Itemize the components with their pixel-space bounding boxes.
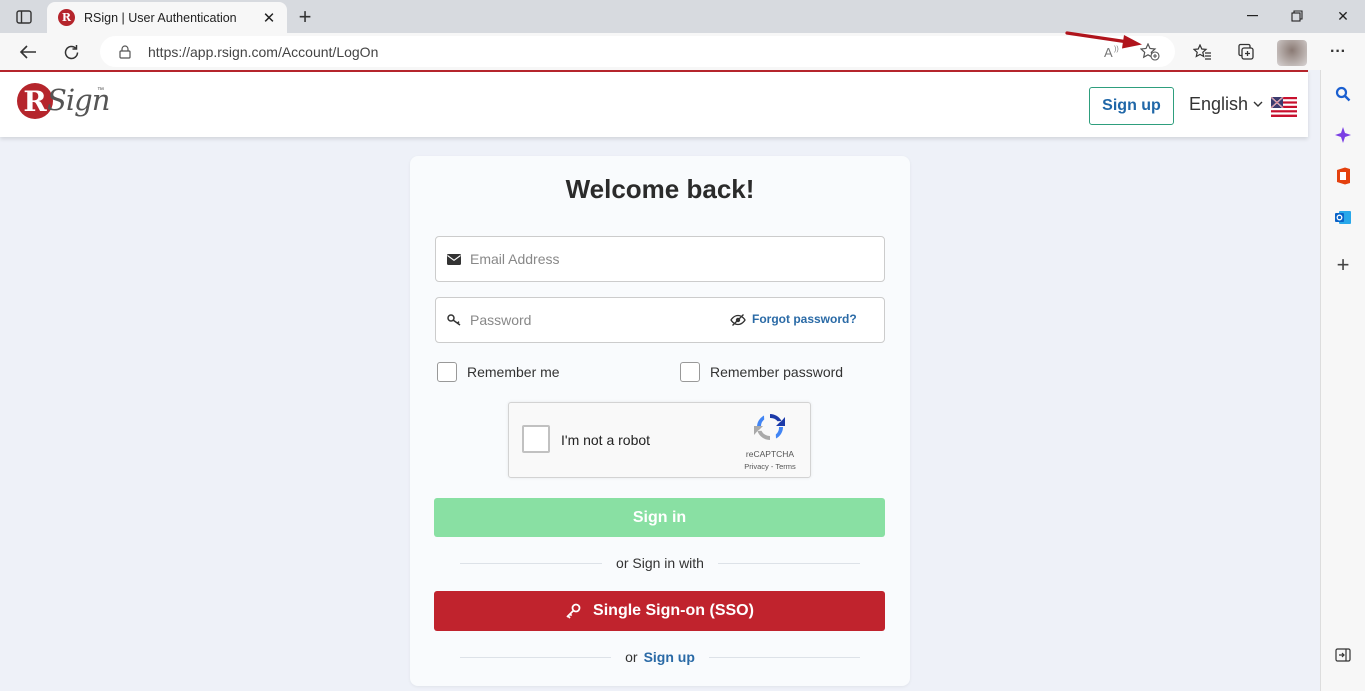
browser-tab-bar: R RSign | User Authentication ✕ + ✕ — [0, 0, 1365, 33]
password-input[interactable] — [470, 312, 720, 328]
tab-actions-icon[interactable] — [10, 6, 38, 28]
back-arrow-icon[interactable] — [14, 38, 42, 66]
annotation-arrow-icon — [1065, 31, 1142, 49]
language-label: English — [1189, 94, 1249, 114]
recaptcha-checkbox[interactable] — [522, 425, 550, 453]
envelope-icon — [438, 253, 470, 265]
recaptcha-logo-icon — [754, 414, 785, 441]
restore-icon[interactable] — [1275, 4, 1319, 28]
remember-me-option[interactable]: Remember me — [437, 362, 560, 382]
sso-button[interactable]: Single Sign-on (SSO) — [434, 591, 885, 631]
us-flag-icon[interactable] — [1271, 97, 1297, 117]
search-icon[interactable] — [1332, 83, 1354, 105]
page-content: R Sign ™ Sign up English Welcome back! E… — [0, 70, 1320, 691]
key-icon — [565, 603, 581, 619]
language-selector[interactable]: English — [1189, 94, 1263, 115]
email-input[interactable] — [470, 251, 720, 267]
remember-password-label: Remember password — [710, 364, 844, 380]
rsign-favicon-icon: R — [58, 9, 75, 26]
url-text[interactable]: https://app.rsign.com/Account/LogOn — [148, 44, 378, 60]
forgot-password-link[interactable]: Forgot password? — [752, 312, 857, 326]
minimize-icon[interactable] — [1230, 4, 1274, 28]
url-field[interactable]: https://app.rsign.com/Account/LogOn A)) — [100, 36, 1175, 67]
signup-link[interactable]: Sign up — [644, 649, 695, 665]
password-field[interactable]: Forgot password? — [435, 297, 885, 343]
browser-tab[interactable]: R RSign | User Authentication ✕ — [47, 2, 287, 33]
signin-button[interactable]: Sign in — [434, 498, 885, 537]
chevron-down-icon — [1253, 99, 1263, 111]
remember-password-option[interactable]: Remember password — [680, 362, 843, 382]
login-card: Welcome back! Forgot password? Remember … — [410, 156, 910, 686]
browser-sidebar: + — [1320, 70, 1365, 691]
browser-address-bar: https://app.rsign.com/Account/LogOn A)) … — [0, 33, 1365, 70]
remember-me-label: Remember me — [467, 364, 560, 380]
divider-line — [460, 562, 603, 564]
tab-close-icon[interactable]: ✕ — [257, 6, 281, 30]
profile-avatar[interactable] — [1277, 40, 1307, 66]
copilot-sparkle-icon[interactable] — [1332, 124, 1354, 146]
recaptcha-widget: I'm not a robot reCAPTCHA Privacy - Term… — [508, 402, 811, 478]
logo-trademark: ™ — [97, 87, 104, 94]
new-tab-icon[interactable]: + — [292, 4, 318, 29]
recaptcha-brand: reCAPTCHA — [745, 449, 795, 459]
recaptcha-label: I'm not a robot — [561, 432, 651, 448]
sso-label: Single Sign-on (SSO) — [593, 602, 754, 619]
signup-prompt: or Sign up — [611, 649, 709, 665]
page-title: Welcome back! — [565, 174, 755, 204]
or-text: or — [625, 649, 638, 665]
or-signin-with-text: or Sign in with — [616, 555, 704, 571]
signin-with-divider: or Sign in with — [460, 553, 860, 573]
divider-line — [708, 656, 860, 658]
favorites-icon[interactable] — [1188, 38, 1216, 66]
rsign-logo[interactable]: R Sign ™ — [17, 81, 110, 131]
divider-line — [717, 562, 860, 564]
refresh-icon[interactable] — [57, 38, 85, 66]
email-field[interactable] — [435, 236, 885, 282]
add-icon[interactable]: + — [1332, 252, 1354, 277]
lock-icon[interactable] — [118, 44, 132, 59]
site-header: R Sign ™ Sign up English — [0, 70, 1308, 137]
hide-sidebar-icon[interactable] — [1332, 644, 1354, 666]
recaptcha-privacy-terms[interactable]: Privacy - Terms — [741, 462, 799, 471]
remember-password-checkbox[interactable] — [680, 362, 700, 382]
signup-divider: or Sign up — [460, 647, 860, 667]
collections-icon[interactable] — [1232, 38, 1260, 66]
key-icon — [438, 314, 470, 326]
office-icon[interactable] — [1332, 165, 1354, 187]
tab-title: RSign | User Authentication — [84, 10, 237, 25]
divider-line — [460, 656, 612, 658]
header-signup-button[interactable]: Sign up — [1089, 87, 1174, 125]
more-icon[interactable]: ··· — [1324, 38, 1352, 66]
window-close-icon[interactable]: ✕ — [1321, 4, 1365, 28]
outlook-icon[interactable] — [1332, 206, 1354, 228]
remember-me-checkbox[interactable] — [437, 362, 457, 382]
hide-password-icon[interactable] — [730, 312, 746, 328]
